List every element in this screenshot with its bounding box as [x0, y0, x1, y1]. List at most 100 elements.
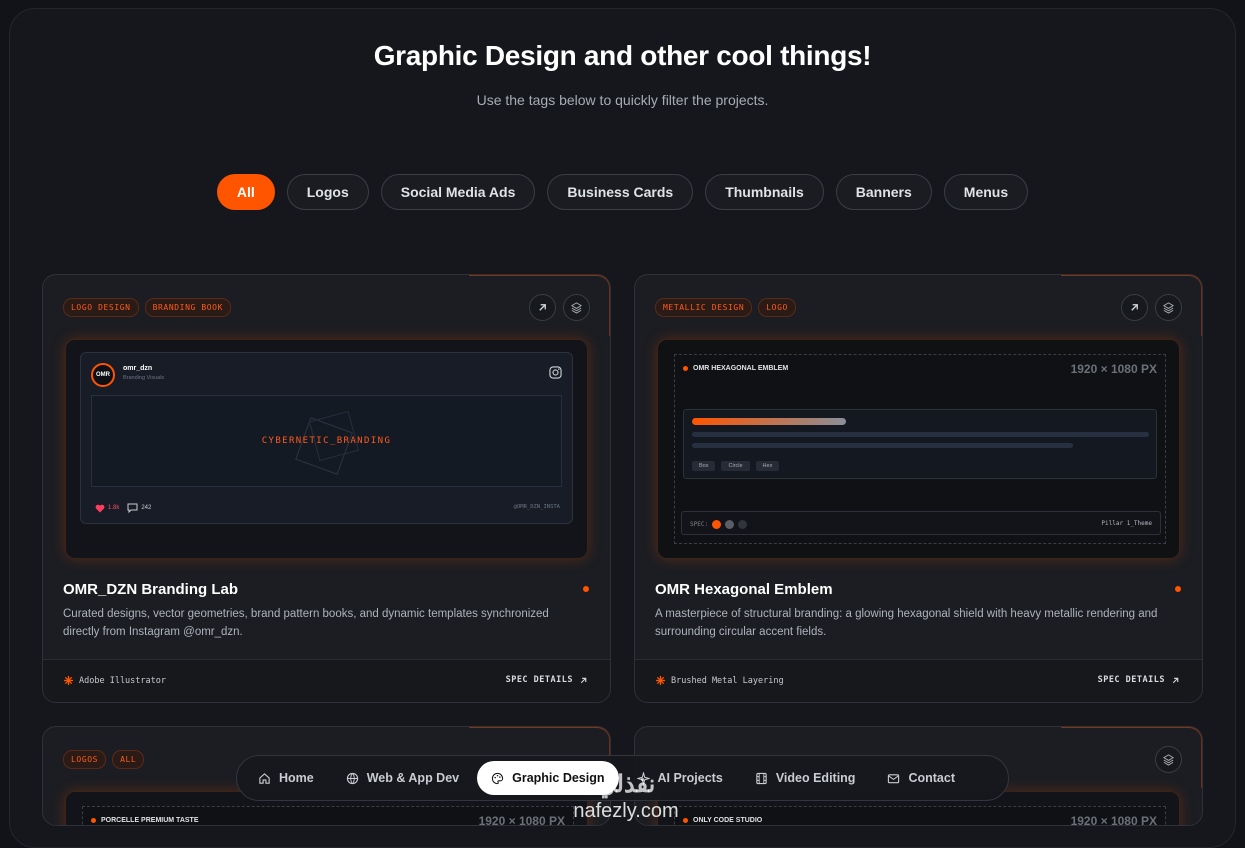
layers-icon	[1162, 302, 1175, 314]
nav-label: Home	[279, 771, 314, 785]
arrow-up-right-icon	[539, 304, 546, 311]
card-footer: Brushed Metal Layering SPEC DETAILS	[635, 659, 1202, 702]
card-tag[interactable]: LOGO	[758, 298, 796, 317]
card-tag[interactable]: ALL	[112, 750, 145, 769]
card-tags: METALLIC DESIGN LOGO	[655, 298, 796, 317]
filter-logos[interactable]: Logos	[286, 174, 369, 210]
spec-details-label: SPEC DETAILS	[505, 675, 573, 685]
page-subtitle: Use the tags below to quickly filter the…	[476, 92, 769, 108]
watermark-arabic: نفذلي	[596, 771, 656, 798]
arrow-up-right-icon	[1131, 304, 1138, 311]
chip[interactable]: Box	[692, 461, 716, 471]
mock-label: PORCELLE PREMIUM TASTE	[91, 817, 198, 824]
spec-label: SPEC:	[690, 521, 709, 528]
spec-details-link[interactable]: SPEC DETAILS	[506, 675, 588, 685]
comment-count: 242	[141, 505, 152, 511]
open-external-button[interactable]	[1121, 294, 1148, 321]
swatch-gray[interactable]	[725, 520, 735, 529]
spec-details-link[interactable]: SPEC DETAILS	[1098, 675, 1180, 685]
nav-video-editing[interactable]: Video Editing	[741, 761, 870, 795]
swatch-orange[interactable]	[712, 520, 722, 529]
card-tags: LOGO DESIGN BRANDING BOOK	[63, 298, 232, 317]
nav-home[interactable]: Home	[244, 761, 328, 795]
home-icon	[259, 772, 270, 784]
hexagonal-emblem-mock: OMR HEXAGONAL EMBLEM 1920 × 1080 PX Box …	[674, 354, 1166, 544]
nav-label: Contact	[908, 771, 955, 785]
tool-label: Brushed Metal Layering	[655, 675, 784, 686]
dimensions: 1920 × 1080 PX	[1070, 814, 1157, 826]
layers-icon	[1162, 754, 1175, 766]
card-footer: Adobe Illustrator SPEC DETAILS	[43, 659, 610, 702]
placeholder-bar	[692, 432, 1149, 437]
nav-label: Web & App Dev	[366, 771, 460, 785]
tool-icon	[655, 675, 666, 686]
username: omr_dzn	[123, 365, 153, 372]
chip[interactable]: Circle	[721, 461, 750, 471]
user-subtitle: Branding Visuals	[123, 375, 165, 381]
nav-contact[interactable]: Contact	[873, 761, 969, 795]
swatch-dark[interactable]	[738, 520, 748, 529]
placeholder-bar	[692, 443, 1073, 448]
tool-label: Adobe Illustrator	[63, 675, 166, 686]
chip[interactable]: Hex	[755, 461, 780, 471]
spec-details-label: SPEC DETAILS	[1097, 675, 1165, 685]
post-canvas: CYBERNETIC_BRANDING	[91, 395, 562, 487]
filter-business-cards[interactable]: Business Cards	[547, 174, 694, 210]
layers-button[interactable]	[563, 294, 590, 321]
card-title: OMR_DZN Branding Lab	[63, 581, 238, 598]
live-dot	[91, 818, 96, 823]
card-tag[interactable]: METALLIC DESIGN	[655, 298, 753, 317]
page-title: Graphic Design and other cool things!	[373, 40, 872, 71]
tool-name: Brushed Metal Layering	[671, 675, 784, 686]
mock-frame: ONLY CODE STUDIO 1920 × 1080 PX	[674, 806, 1166, 826]
shape-chips: Box Circle Hex	[692, 461, 780, 471]
canvas-text: CYBERNETIC_BRANDING	[261, 436, 392, 446]
spec-swatches: SPEC:	[690, 520, 748, 529]
status-dot	[1175, 586, 1181, 592]
mock-label: OMR HEXAGONAL EMBLEM	[683, 365, 788, 372]
card-description: Curated designs, vector geometries, bran…	[63, 608, 549, 638]
live-dot	[683, 366, 688, 371]
card-preview[interactable]: OMR HEXAGONAL EMBLEM 1920 × 1080 PX Box …	[657, 339, 1180, 559]
layers-button[interactable]	[1155, 294, 1182, 321]
dimensions: 1920 × 1080 PX	[1070, 362, 1157, 376]
card-title: OMR Hexagonal Emblem	[655, 581, 833, 598]
like-count: 1.8k	[108, 505, 120, 511]
card-preview[interactable]: OMR omr_dzn Branding Visuals CYBERNETIC_…	[65, 339, 588, 559]
progress-bar	[692, 418, 846, 425]
filter-social-media-ads[interactable]: Social Media Ads	[380, 174, 536, 210]
tool-name: Adobe Illustrator	[79, 675, 166, 686]
mock-frame: PORCELLE PREMIUM TASTE 1920 × 1080 PX	[82, 806, 574, 825]
mock-panel: Box Circle Hex	[683, 409, 1157, 479]
heart-icon[interactable]	[95, 504, 105, 513]
insta-handle: @OMR_DZN_INSTA	[513, 504, 560, 510]
card-description: A masterpiece of structural branding: a …	[655, 608, 1158, 638]
project-card[interactable]: LOGO DESIGN BRANDING BOOK OMR omr_dzn Br…	[42, 274, 611, 703]
card-tag[interactable]: LOGOS	[63, 750, 107, 769]
card-tags: LOGOS ALL	[63, 750, 145, 769]
filter-banners[interactable]: Banners	[835, 174, 932, 210]
arrow-up-right-icon	[1172, 677, 1179, 683]
avatar: OMR	[91, 363, 115, 387]
comment-icon[interactable]	[127, 503, 138, 513]
status-dot	[583, 586, 589, 592]
film-icon	[756, 772, 767, 784]
theme-label: Pillar 1_Theme	[1101, 520, 1152, 527]
open-external-button[interactable]	[529, 294, 556, 321]
card-tag[interactable]: BRANDING BOOK	[144, 298, 232, 317]
layers-icon	[570, 302, 583, 314]
tool-icon	[63, 675, 74, 686]
layers-button[interactable]	[1155, 746, 1182, 773]
filter-menus[interactable]: Menus	[943, 174, 1029, 210]
arrow-up-right-icon	[580, 677, 587, 683]
post-stats: 1.8k 242	[95, 503, 151, 513]
instagram-icon	[549, 366, 562, 379]
mock-label-text: PORCELLE PREMIUM TASTE	[101, 817, 199, 824]
card-tag[interactable]: LOGO DESIGN	[63, 298, 139, 317]
watermark-latin: nafezly.com	[573, 800, 679, 822]
filter-all[interactable]: All	[216, 174, 275, 210]
nav-web-app-dev[interactable]: Web & App Dev	[332, 761, 473, 795]
palette-icon	[492, 772, 504, 784]
project-card[interactable]: METALLIC DESIGN LOGO OMR HEXAGONAL EMBLE…	[634, 274, 1203, 703]
filter-thumbnails[interactable]: Thumbnails	[705, 174, 824, 210]
